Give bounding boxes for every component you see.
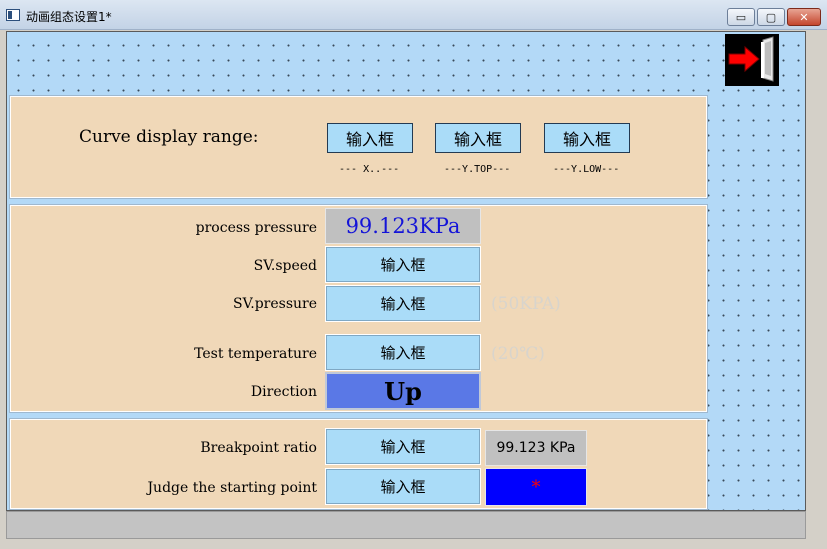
- design-canvas: Curve display range: 输入框 输入框 输入框 --- X..…: [6, 31, 806, 511]
- test-temperature-hint: (20℃): [491, 344, 545, 364]
- direction-label: Direction: [250, 384, 317, 400]
- judge-start-input[interactable]: 输入框: [325, 468, 481, 505]
- sv-speed-label: SV.speed: [253, 258, 317, 274]
- y-top-caption: ---Y.TOP---: [444, 164, 511, 175]
- y-low-input[interactable]: 输入框: [544, 123, 630, 153]
- process-pressure-value: 99.123KPa: [345, 214, 461, 238]
- window-title: 动画组态设置1*: [26, 10, 112, 24]
- exit-door-arrow-icon: [725, 34, 779, 86]
- y-low-caption: ---Y.LOW---: [553, 164, 620, 175]
- sv-pressure-label: SV.pressure: [232, 296, 317, 312]
- exit-button[interactable]: [725, 34, 779, 86]
- breakpoint-ratio-display: 99.123 KPa: [485, 430, 587, 466]
- breakpoint-ratio-label: Breakpoint ratio: [200, 440, 317, 456]
- direction-display[interactable]: Up: [325, 372, 481, 410]
- title-bar: 动画组态设置1* ▭ ▢ ✕: [0, 0, 827, 30]
- window-icon: [6, 9, 20, 21]
- sv-speed-input[interactable]: 输入框: [325, 246, 481, 283]
- app-window: 动画组态设置1* ▭ ▢ ✕ Curve display range: 输入框 …: [0, 0, 827, 549]
- judge-start-label: Judge the starting point: [147, 480, 317, 496]
- judge-start-indicator: *: [485, 468, 587, 506]
- sv-pressure-input[interactable]: 输入框: [325, 285, 481, 322]
- test-temperature-input[interactable]: 输入框: [325, 334, 481, 371]
- status-strip: [6, 511, 806, 539]
- sv-pressure-hint: (50KPA): [491, 294, 561, 314]
- maximize-button[interactable]: ▢: [757, 8, 785, 26]
- minimize-button[interactable]: ▭: [727, 8, 755, 26]
- range-panel: Curve display range: 输入框 输入框 输入框 --- X..…: [10, 96, 707, 198]
- breakpoint-ratio-input[interactable]: 输入框: [325, 428, 481, 465]
- y-top-input[interactable]: 输入框: [435, 123, 521, 153]
- x-range-caption: --- X..---: [339, 164, 400, 175]
- process-panel: process pressure 99.123KPa SV.speed 输入框 …: [10, 205, 707, 412]
- breakpoint-panel: Breakpoint ratio 输入框 99.123 KPa Judge th…: [10, 419, 707, 509]
- test-temperature-label: Test temperature: [194, 346, 317, 362]
- process-pressure-label: process pressure: [195, 220, 317, 236]
- process-pressure-display: 99.123KPa: [325, 208, 481, 244]
- close-button[interactable]: ✕: [787, 8, 821, 26]
- x-range-input[interactable]: 输入框: [327, 123, 413, 153]
- range-label: Curve display range:: [79, 127, 259, 147]
